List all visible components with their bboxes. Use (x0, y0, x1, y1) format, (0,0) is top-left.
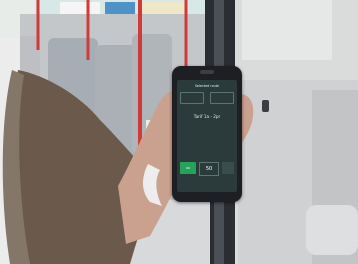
ticket-validator-device: Selected route Tarif 1a - 2pr OK 50 (172, 66, 242, 202)
screen-actions: OK 50 (180, 162, 234, 176)
device-screen: Selected route Tarif 1a - 2pr OK 50 (177, 80, 237, 192)
status-bar (177, 80, 237, 82)
screen-row (177, 92, 237, 104)
ok-button[interactable]: OK (180, 162, 196, 174)
fare-label: Tarif 1a - 2pr (193, 114, 221, 119)
photo-scene: Selected route Tarif 1a - 2pr OK 50 (0, 0, 358, 264)
screen-title: Selected route (194, 84, 220, 88)
right-option[interactable] (210, 92, 234, 104)
mini-button[interactable] (222, 162, 234, 174)
amount-value: 50 (199, 162, 219, 176)
left-option[interactable] (180, 92, 204, 104)
camera-icon (200, 70, 214, 74)
